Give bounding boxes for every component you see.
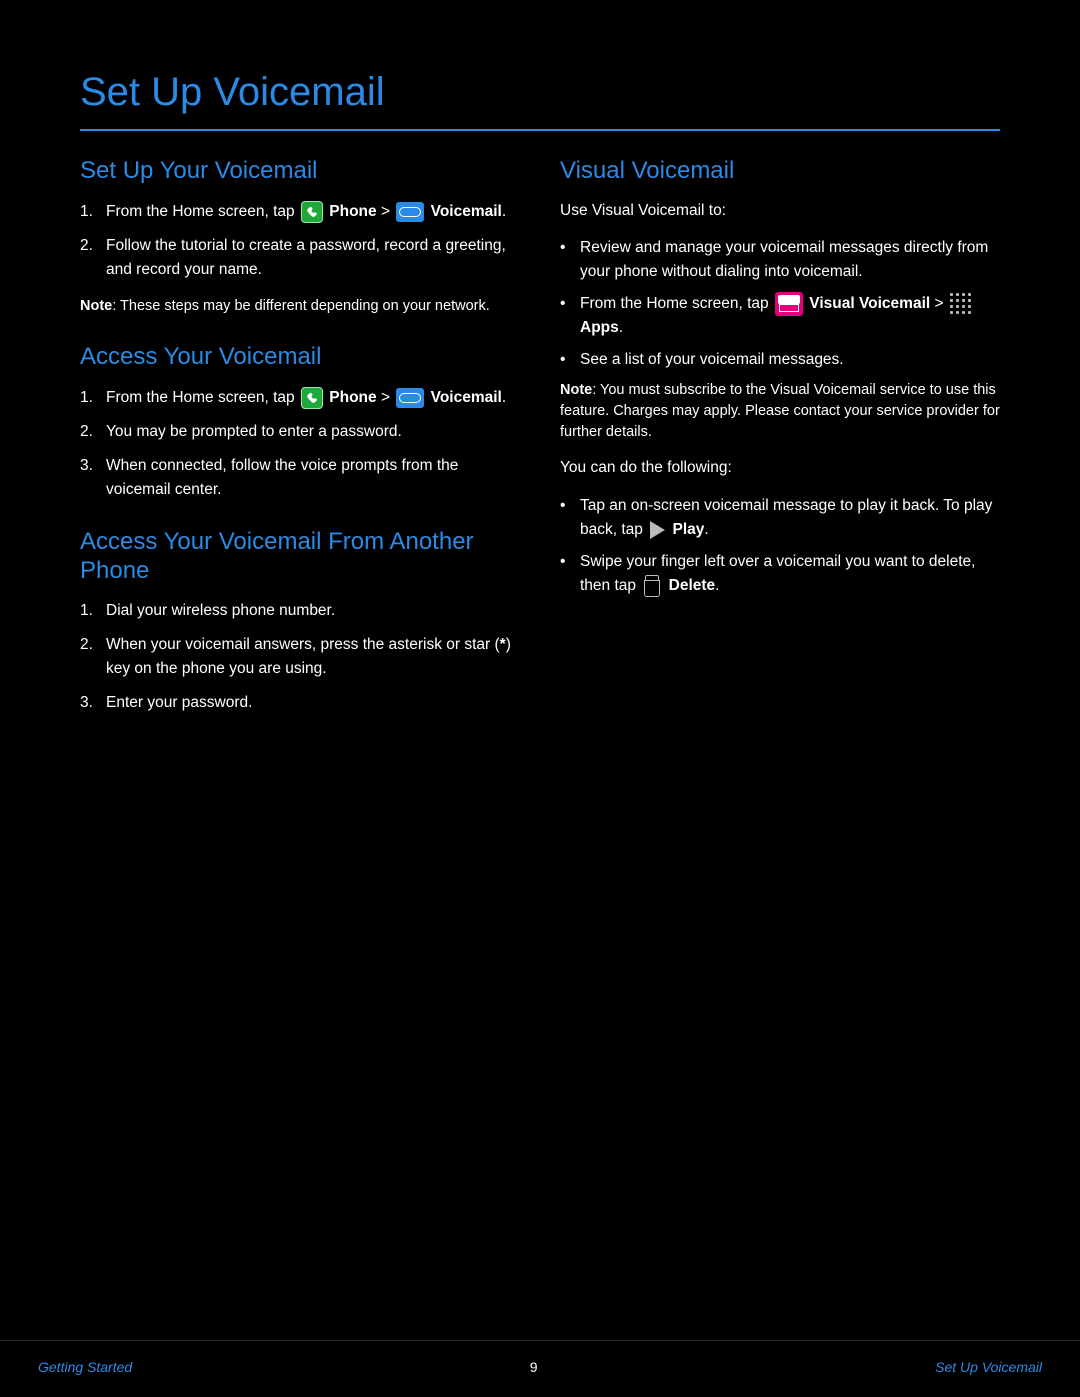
setup-note-text: : These steps may be different depending…	[112, 298, 490, 314]
note-label: Note	[80, 298, 112, 314]
phone-icon	[301, 201, 323, 223]
visual-bullet-3: See a list of your voicemail messages.	[560, 348, 1000, 372]
section-access-voicemail: Access Your Voicemail From the Home scre…	[80, 343, 520, 502]
access-step-1-end: .	[502, 389, 506, 406]
visual-task-2-end: .	[715, 577, 719, 594]
visual-bullet-2: From the Home screen, tap Visual Voicema…	[560, 292, 1000, 340]
visual-intro: Use Visual Voicemail to:	[560, 200, 1000, 222]
left-column: Set Up Your Voicemail From the Home scre…	[80, 157, 520, 741]
access-step-1-sep: >	[381, 389, 394, 406]
phone-label: Phone	[329, 203, 376, 220]
setup-step-1-text-a: From the Home screen, tap	[106, 203, 299, 220]
visual-task-1-text-a: Tap an on-screen voicemail message to pl…	[580, 497, 992, 538]
visual-task-1: Tap an on-screen voicemail message to pl…	[560, 494, 1000, 542]
visual-task-2: Swipe your finger left over a voicemail …	[560, 550, 1000, 598]
phone-icon	[301, 387, 323, 409]
another-step-3: Enter your password.	[80, 691, 520, 715]
voicemail-label: Voicemail	[431, 389, 502, 406]
visual-note: Note: You must subscribe to the Visual V…	[560, 380, 1000, 443]
visual-b2-text-a: From the Home screen, tap	[580, 295, 773, 312]
access-step-1-text-a: From the Home screen, tap	[106, 389, 299, 406]
footer-right: Set Up Voicemail	[935, 1359, 1042, 1375]
page-title: Set Up Voicemail	[80, 70, 1000, 115]
voicemail-label: Voicemail	[431, 203, 502, 220]
page-footer: Getting Started 9 Set Up Voicemail	[0, 1340, 1080, 1397]
visual-task-1-end: .	[704, 521, 708, 538]
apps-icon	[950, 293, 972, 315]
visual-voicemail-label: Visual Voicemail	[809, 295, 930, 312]
setup-step-1-end: .	[502, 203, 506, 220]
heading-access-another: Access Your Voicemail From Another Phone	[80, 528, 520, 586]
section-access-another: Access Your Voicemail From Another Phone…	[80, 528, 520, 716]
phone-label: Phone	[329, 389, 376, 406]
visual-task-2-text-a: Swipe your finger left over a voicemail …	[580, 553, 975, 594]
visual-tasklead: You can do the following:	[560, 457, 1000, 479]
title-divider	[80, 129, 1000, 131]
another-step-2-text-a: When your voicemail answers, press the a…	[106, 636, 500, 653]
footer-left: Getting Started	[38, 1359, 132, 1375]
visual-b2-sep: >	[935, 295, 948, 312]
play-label: Play	[673, 521, 705, 538]
note-label: Note	[560, 382, 592, 398]
trash-icon	[643, 575, 661, 597]
visual-b2-end: .	[619, 319, 623, 336]
setup-step-1: From the Home screen, tap Phone > Voicem…	[80, 200, 520, 224]
setup-step-1-sep: >	[381, 203, 394, 220]
voicemail-icon	[396, 202, 424, 222]
access-step-1: From the Home screen, tap Phone > Voicem…	[80, 386, 520, 410]
section-visual-voicemail: Visual Voicemail Use Visual Voicemail to…	[560, 157, 1000, 598]
play-icon	[650, 521, 665, 539]
access-step-3: When connected, follow the voice prompts…	[80, 454, 520, 502]
visual-voicemail-icon	[775, 292, 803, 316]
another-step-2: When your voicemail answers, press the a…	[80, 633, 520, 681]
delete-label: Delete	[669, 577, 716, 594]
right-column: Visual Voicemail Use Visual Voicemail to…	[560, 157, 1000, 741]
setup-step-2: Follow the tutorial to create a password…	[80, 234, 520, 282]
section-setup-voicemail: Set Up Your Voicemail From the Home scre…	[80, 157, 520, 317]
access-step-2: You may be prompted to enter a password.	[80, 420, 520, 444]
apps-label: Apps	[580, 319, 619, 336]
another-step-1: Dial your wireless phone number.	[80, 599, 520, 623]
heading-visual: Visual Voicemail	[560, 157, 1000, 186]
heading-access: Access Your Voicemail	[80, 343, 520, 372]
heading-setup: Set Up Your Voicemail	[80, 157, 520, 186]
setup-note: Note: These steps may be different depen…	[80, 296, 520, 317]
visual-note-text: : You must subscribe to the Visual Voice…	[560, 382, 1000, 440]
footer-page-number: 9	[530, 1359, 538, 1375]
visual-bullet-1: Review and manage your voicemail message…	[560, 236, 1000, 284]
voicemail-icon	[396, 388, 424, 408]
